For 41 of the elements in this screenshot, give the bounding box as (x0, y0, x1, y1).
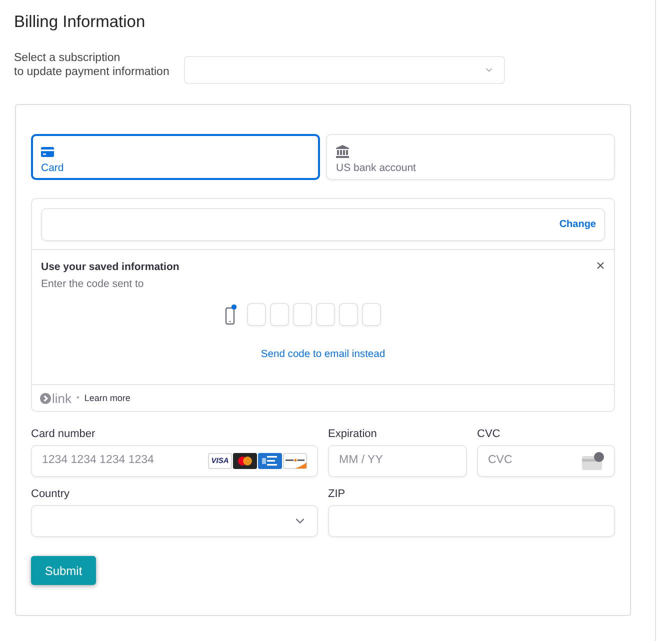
close-icon[interactable] (595, 260, 606, 271)
input-field[interactable]: Change (41, 208, 605, 241)
payment-method-tab[interactable]: Card (31, 134, 320, 180)
bank-icon (336, 145, 349, 158)
card-logo-icon (283, 453, 307, 469)
field-label: Card number (31, 427, 96, 441)
card-logo-icon (233, 453, 257, 469)
field-label: CVC (477, 427, 500, 441)
text-input-field[interactable] (328, 505, 615, 537)
subscription-label: Select a subscription to update payment information (14, 51, 170, 79)
separator: • (76, 394, 80, 402)
chevron-circle-icon (40, 392, 51, 404)
payment-method-tab[interactable]: US bank account (326, 134, 615, 180)
subscription-select[interactable] (184, 56, 505, 84)
code-digit-field[interactable] (270, 303, 289, 326)
input-placeholder: MM / YY (339, 453, 383, 468)
code-digit-field[interactable] (339, 303, 358, 326)
change-link[interactable]: Change (559, 217, 596, 232)
code-digit-field[interactable] (362, 303, 381, 326)
page-title: Billing Information (14, 12, 146, 32)
cvc-placeholder: CVC (488, 453, 512, 468)
phone-icon (225, 304, 237, 325)
country-select[interactable] (31, 505, 318, 537)
field-label: Country (31, 487, 70, 501)
text-input-field[interactable]: MM / YY (328, 445, 467, 477)
code-digit-field[interactable] (247, 303, 266, 326)
card-logo-icon (258, 453, 282, 469)
learn-more-link[interactable]: Learn more (84, 394, 130, 402)
send-email-link[interactable]: Send code to email instead (260, 348, 386, 362)
field-label: Expiration (328, 427, 377, 441)
credit-card-icon (41, 146, 54, 156)
card-number-placeholder: 1234 1234 1234 1234 (42, 453, 154, 468)
code-digit-field[interactable] (316, 303, 335, 326)
submit-button[interactable]: Submit (31, 556, 96, 585)
saved-info-heading: Use your saved information (41, 260, 180, 274)
code-digit-field[interactable] (293, 303, 312, 326)
link-logo: link (52, 392, 72, 404)
card-back-icon (582, 452, 604, 470)
saved-info-subtext: Enter the code sent to (41, 277, 144, 291)
field-label: ZIP (328, 487, 346, 501)
cvc-field[interactable]: CVC (477, 445, 615, 477)
